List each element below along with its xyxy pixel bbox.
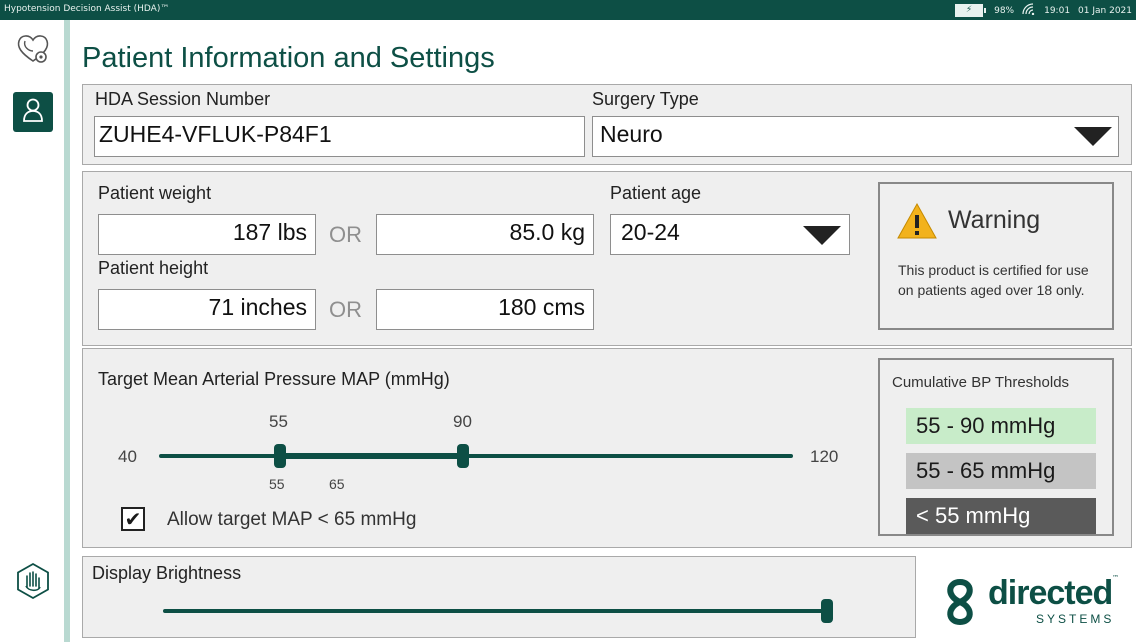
logo-word: directed bbox=[988, 574, 1113, 612]
age-warning-box: Warning This product is certified for us… bbox=[878, 182, 1114, 330]
warning-text: This product is certified for use on pat… bbox=[898, 262, 1089, 298]
weight-lbs-value: 187 bbox=[232, 219, 272, 245]
map-min-label: 40 bbox=[118, 447, 137, 466]
session-number-field[interactable]: ZUHE4-VFLUK-P84F1 bbox=[94, 116, 585, 157]
brightness-panel: Display Brightness bbox=[82, 556, 916, 638]
bp-thresholds-title: Cumulative BP Thresholds bbox=[892, 374, 1070, 391]
hand-stop-icon[interactable] bbox=[14, 562, 52, 600]
height-inches-field[interactable]: 71 inches bbox=[98, 289, 316, 330]
map-below-low-label: 55 bbox=[269, 476, 285, 492]
surgery-type-dropdown[interactable]: Neuro bbox=[592, 116, 1119, 157]
weight-lbs-unit: lbs bbox=[277, 219, 307, 245]
brightness-slider-track[interactable] bbox=[163, 609, 829, 613]
surgery-type-label: Surgery Type bbox=[592, 89, 699, 109]
map-high-handle[interactable] bbox=[457, 444, 469, 468]
patient-weight-label: Patient weight bbox=[98, 183, 212, 203]
checkmark-icon: ✔ bbox=[124, 507, 142, 531]
session-panel: HDA Session Number ZUHE4-VFLUK-P84F1 Sur… bbox=[82, 84, 1132, 165]
weight-kg-unit: kg bbox=[560, 219, 585, 245]
clock-date: 01 Jan 2021 bbox=[1078, 5, 1132, 16]
map-slider-range bbox=[279, 453, 463, 459]
warning-icon bbox=[896, 202, 938, 244]
page-title: Patient Information and Settings bbox=[82, 42, 495, 74]
map-low-handle[interactable] bbox=[274, 444, 286, 468]
bp-thresholds-box: Cumulative BP Thresholds 55 - 90 mmHg 55… bbox=[878, 358, 1114, 536]
logo-subtitle: SYSTEMS bbox=[1036, 612, 1115, 626]
logo-trademark: ™ bbox=[1112, 574, 1119, 582]
wifi-icon bbox=[1022, 3, 1036, 18]
main-area: Patient Information and Settings HDA Ses… bbox=[70, 20, 1136, 642]
weight-kg-value: 85.0 bbox=[509, 219, 555, 245]
patient-age-dropdown[interactable]: 20-24 bbox=[610, 214, 850, 255]
weight-or-label: OR bbox=[329, 222, 362, 247]
warning-title: Warning bbox=[948, 206, 1041, 234]
chevron-down-icon bbox=[803, 226, 841, 245]
map-max-label: 120 bbox=[810, 447, 839, 466]
height-cms-value: 180 bbox=[498, 294, 537, 320]
height-inches-unit: inches bbox=[240, 294, 307, 320]
map-below-mid-label: 65 bbox=[329, 476, 345, 492]
battery-charging-icon: ⚡ bbox=[955, 4, 987, 17]
session-number-label: HDA Session Number bbox=[95, 89, 271, 109]
height-or-label: OR bbox=[329, 297, 362, 322]
weight-lbs-field[interactable]: 187 lbs bbox=[98, 214, 316, 255]
map-high-handle-label: 90 bbox=[453, 412, 472, 431]
patient-height-label: Patient height bbox=[98, 258, 209, 278]
brightness-slider-handle[interactable] bbox=[821, 599, 833, 623]
map-label: Target Mean Arterial Pressure MAP (mmHg) bbox=[98, 369, 450, 389]
map-low-handle-label: 55 bbox=[269, 412, 288, 431]
person-icon bbox=[21, 97, 45, 127]
chevron-down-icon bbox=[1074, 127, 1112, 146]
threshold-item: 55 - 65 mmHg bbox=[906, 453, 1096, 489]
allow-map-label: Allow target MAP < 65 mmHg bbox=[167, 509, 417, 530]
patient-age-label: Patient age bbox=[610, 183, 702, 203]
status-right: ⚡ 98% 19:01 01 Jan 2021 bbox=[955, 3, 1132, 18]
threshold-item: < 55 mmHg bbox=[906, 498, 1096, 534]
map-slider-track[interactable] bbox=[159, 454, 793, 458]
allow-map-checkbox[interactable]: ✔ bbox=[121, 507, 145, 531]
heart-stethoscope-icon[interactable] bbox=[14, 30, 52, 68]
directed-systems-logo: directed ™ SYSTEMS bbox=[938, 574, 1119, 632]
height-cms-field[interactable]: 180 cms bbox=[376, 289, 594, 330]
threshold-item: 55 - 90 mmHg bbox=[906, 408, 1096, 444]
surgery-type-value: Neuro bbox=[600, 121, 663, 147]
battery-percent: 98% bbox=[994, 5, 1015, 16]
patient-settings-nav[interactable] bbox=[13, 92, 53, 132]
patient-age-value: 20-24 bbox=[621, 219, 680, 245]
brightness-label: Display Brightness bbox=[92, 563, 242, 583]
height-inches-value: 71 bbox=[208, 294, 235, 320]
weight-kg-field[interactable]: 85.0 kg bbox=[376, 214, 594, 255]
height-cms-unit: cms bbox=[542, 294, 585, 320]
clock-time: 19:01 bbox=[1044, 5, 1071, 16]
logo-mark-icon bbox=[938, 576, 982, 632]
status-bar: Hypotension Decision Assist (HDA)™ ⚡ 98%… bbox=[0, 0, 1136, 20]
session-number-value: ZUHE4-VFLUK-P84F1 bbox=[99, 121, 332, 147]
app-title: Hypotension Decision Assist (HDA)™ bbox=[4, 4, 170, 14]
